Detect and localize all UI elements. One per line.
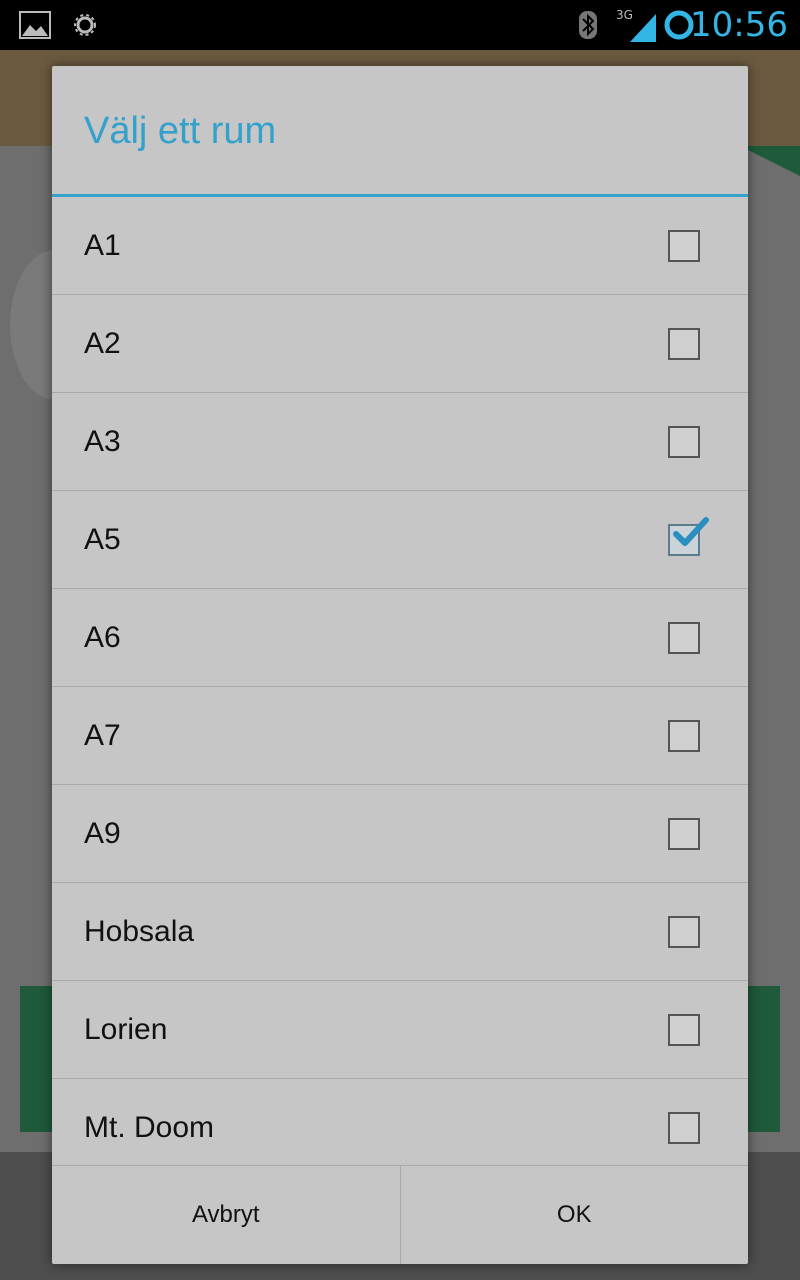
checkbox[interactable] xyxy=(668,1111,700,1144)
list-item[interactable]: A1 xyxy=(52,197,748,295)
room-picker-dialog: Välj ett rum A1 A2 A3 A5 A6 A7 A9 Hobsala Lorien… xyxy=(52,66,748,1264)
checkbox[interactable] xyxy=(668,327,700,360)
status-bar: 3G 10:56 xyxy=(0,0,800,50)
ok-button[interactable]: OK xyxy=(399,1166,749,1264)
room-label: Lorien xyxy=(84,1012,168,1046)
room-label: A9 xyxy=(84,816,121,850)
list-item[interactable]: A7 xyxy=(52,687,748,785)
room-label: A3 xyxy=(84,424,121,458)
room-label: A7 xyxy=(84,718,121,752)
list-item[interactable]: A5 xyxy=(52,491,748,589)
checkbox[interactable] xyxy=(668,817,700,850)
room-label: Hobsala xyxy=(84,914,195,948)
signal-icon: 3G xyxy=(616,0,658,50)
checkbox[interactable] xyxy=(668,229,700,262)
room-label: A6 xyxy=(84,620,121,654)
list-item[interactable]: A6 xyxy=(52,589,748,687)
list-item[interactable]: A2 xyxy=(52,295,748,393)
checkbox[interactable] xyxy=(668,719,700,752)
checkbox[interactable] xyxy=(668,425,700,458)
room-list[interactable]: A1 A2 A3 A5 A6 A7 A9 Hobsala Lorien Mt. Doom xyxy=(52,197,748,1165)
list-item[interactable]: Mt. Doom xyxy=(52,1079,748,1165)
cancel-button[interactable]: Avbryt xyxy=(52,1166,400,1264)
room-label: A2 xyxy=(84,326,121,360)
image-notification-icon xyxy=(18,0,52,50)
list-item[interactable]: A9 xyxy=(52,785,748,883)
room-label: Mt. Doom xyxy=(84,1110,215,1144)
background-accent-shape xyxy=(740,146,800,176)
checkbox[interactable] xyxy=(668,915,700,948)
checkbox[interactable] xyxy=(668,1013,700,1046)
list-item[interactable]: Hobsala xyxy=(52,883,748,981)
room-label: A5 xyxy=(84,522,121,556)
checkmark-icon xyxy=(673,516,709,546)
bluetooth-icon xyxy=(576,0,600,50)
list-item[interactable]: A3 xyxy=(52,393,748,491)
dialog-title: Välj ett rum xyxy=(84,110,277,152)
sync-icon xyxy=(72,0,98,50)
room-label: A1 xyxy=(84,228,121,262)
status-time: 10:56 xyxy=(690,5,788,45)
checkbox-checked[interactable] xyxy=(668,516,709,556)
list-item[interactable]: Lorien xyxy=(52,981,748,1079)
network-type-label: 3G xyxy=(616,8,633,22)
checkbox[interactable] xyxy=(668,621,700,654)
dialog-buttons: Avbryt OK xyxy=(52,1165,748,1264)
